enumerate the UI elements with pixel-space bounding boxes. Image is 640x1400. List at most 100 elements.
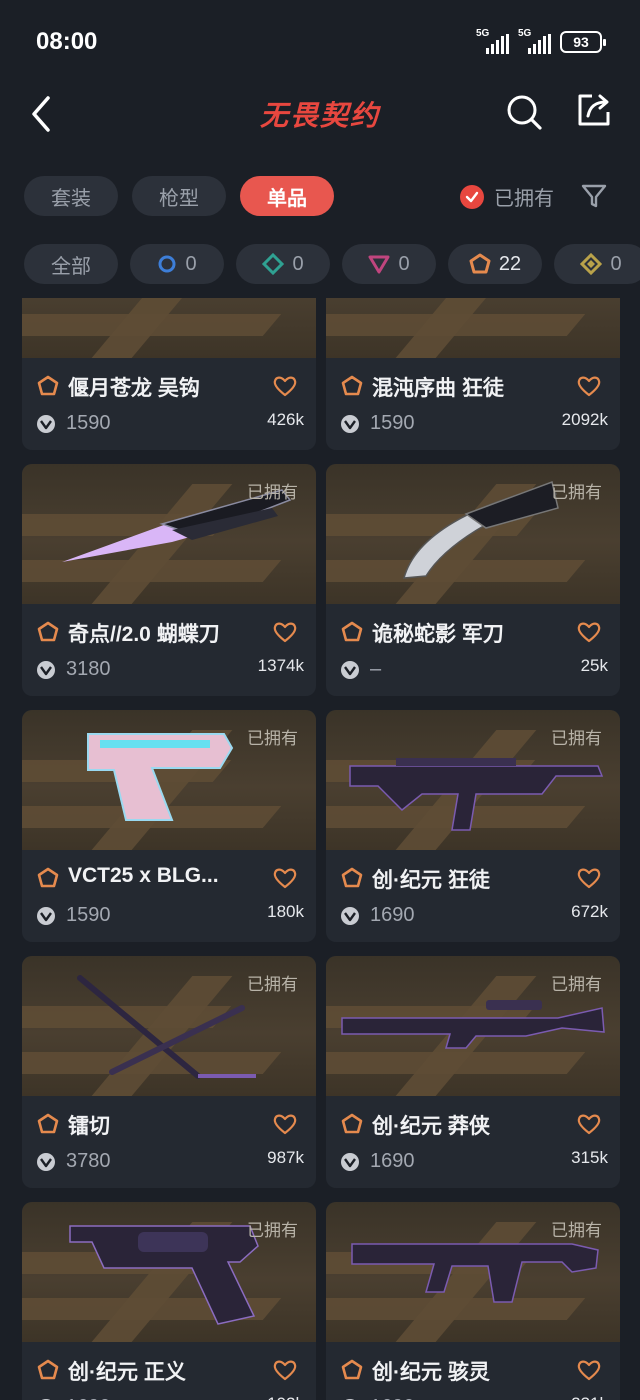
heart-icon[interactable]	[576, 866, 602, 890]
owned-filter-toggle[interactable]: 已拥有	[460, 182, 554, 211]
like-count: 987k	[267, 1148, 304, 1167]
filter-button[interactable]	[580, 182, 608, 210]
chip-premium-tier[interactable]: 0	[342, 244, 436, 284]
select-tier-icon	[158, 255, 176, 273]
item-price: 1690	[370, 1150, 415, 1172]
valorant-points-icon	[340, 906, 360, 926]
item-card[interactable]: 已拥有 诡秘蛇影 军刀 – 25k	[326, 464, 620, 696]
valorant-points-icon	[36, 1152, 56, 1172]
heart-icon[interactable]	[576, 1358, 602, 1382]
search-icon	[507, 95, 542, 130]
item-card[interactable]: 偃月苍龙 吴钩 1590 426k	[22, 298, 316, 450]
chip-exclusive-tier[interactable]: 22	[448, 244, 542, 284]
cellular-signal-icon: 5G	[476, 28, 510, 54]
exclusive-tier-icon	[36, 620, 60, 644]
exclusive-tier-icon	[340, 374, 364, 398]
app-title: 无畏契约	[259, 100, 380, 131]
category-tabs: 套装 枪型 单品	[24, 176, 334, 216]
like-count: 2092k	[561, 410, 608, 429]
exclusive-tier-icon	[340, 866, 364, 890]
valorant-points-icon	[340, 660, 360, 680]
item-name: VCT25 x BLG...	[68, 864, 219, 887]
exclusive-tier-icon	[340, 1358, 364, 1382]
premium-tier-icon	[368, 255, 390, 274]
item-card[interactable]: 已拥有镭切 3780 987k	[22, 956, 316, 1188]
item-card[interactable]: 已拥有 创·纪元 莽侠 1690 315k	[326, 956, 620, 1188]
share-icon	[578, 94, 610, 126]
heart-icon[interactable]	[272, 620, 298, 644]
chip-deluxe-tier[interactable]: 0	[236, 244, 330, 284]
item-price: 1690	[370, 904, 415, 926]
tab-set[interactable]: 套装	[24, 176, 118, 216]
top-bar: 无畏契约	[0, 84, 640, 144]
item-name: 创·纪元 骇灵	[372, 1361, 490, 1384]
heart-icon[interactable]	[272, 374, 298, 398]
deluxe-tier-icon	[262, 253, 285, 275]
filter-icon	[581, 184, 607, 208]
item-name: 混沌序曲 狂徒	[372, 377, 504, 400]
item-price: –	[370, 658, 382, 680]
owned-tag: 已拥有	[551, 729, 602, 748]
item-image: 已拥有	[22, 710, 316, 850]
share-button[interactable]	[574, 90, 614, 130]
tab-weapon-type[interactable]: 枪型	[132, 176, 226, 216]
like-count: 180k	[267, 902, 304, 921]
tab-single-item[interactable]: 单品	[240, 176, 334, 216]
item-card[interactable]: 已拥有创·纪元 骇灵 1690 231k	[326, 1202, 620, 1400]
exclusive-tier-icon	[36, 1358, 60, 1382]
item-name: 诡秘蛇影 军刀	[372, 623, 504, 646]
exclusive-tier-icon	[469, 253, 491, 274]
item-card[interactable]: 已拥有 VCT25 x BLG... 1590 180k	[22, 710, 316, 942]
chip-count: 0	[292, 252, 304, 275]
battery-icon: 93	[560, 31, 606, 53]
chip-all[interactable]: 全部	[24, 244, 118, 284]
chip-select-tier[interactable]: 0	[130, 244, 224, 284]
heart-icon[interactable]	[576, 374, 602, 398]
search-button[interactable]	[504, 92, 544, 132]
owned-tag: 已拥有	[551, 1221, 602, 1240]
chip-count: 0	[185, 252, 197, 275]
item-card[interactable]: 混沌序曲 狂徒 1590 2092k	[326, 298, 620, 450]
like-count: 315k	[571, 1148, 608, 1167]
heart-icon[interactable]	[272, 1358, 298, 1382]
chip-all-label: 全部	[51, 255, 91, 278]
item-price: 1590	[66, 412, 111, 434]
rarity-filter-chips: 全部 0 0 0 22 0	[24, 244, 640, 284]
item-name: 偃月苍龙 吴钩	[68, 377, 200, 400]
exclusive-tier-icon	[36, 374, 60, 398]
ultra-tier-icon	[580, 253, 603, 275]
weapon-image	[326, 298, 620, 358]
heart-icon[interactable]	[576, 1112, 602, 1136]
chip-count: 0	[398, 252, 410, 275]
heart-icon[interactable]	[272, 866, 298, 890]
valorant-points-icon	[36, 906, 56, 926]
chip-ultra-tier[interactable]: 0	[554, 244, 640, 284]
exclusive-tier-icon	[340, 620, 364, 644]
owned-filter-label: 已拥有	[494, 188, 554, 210]
item-price: 1590	[370, 412, 415, 434]
heart-icon[interactable]	[576, 620, 602, 644]
item-name: 镭切	[68, 1115, 110, 1138]
item-image: 已拥有	[326, 1202, 620, 1342]
item-card[interactable]: 已拥有 创·纪元 狂徒 1690 672k	[326, 710, 620, 942]
chip-count: 0	[610, 252, 622, 275]
heart-icon[interactable]	[272, 1112, 298, 1136]
item-price: 1690	[370, 1396, 415, 1400]
item-card[interactable]: 已拥有 奇点//2.0 蝴蝶刀 3180 1374k	[22, 464, 316, 696]
item-image: 已拥有	[22, 464, 316, 604]
like-count: 25k	[580, 656, 608, 675]
like-count: 231k	[571, 1394, 608, 1400]
valorant-points-icon	[36, 660, 56, 680]
owned-tag: 已拥有	[247, 975, 298, 994]
weapon-image	[22, 298, 316, 358]
status-time: 08:00	[36, 28, 98, 55]
item-card[interactable]: 已拥有创·纪元 正义 1690 192k	[22, 1202, 316, 1400]
item-image	[326, 298, 620, 358]
owned-tag: 已拥有	[247, 1221, 298, 1240]
status-icons: 5G 5G 93	[476, 28, 606, 54]
cellular-signal-icon: 5G	[518, 28, 552, 54]
like-count: 192k	[267, 1394, 304, 1400]
owned-tag: 已拥有	[247, 729, 298, 748]
like-count: 426k	[267, 410, 304, 429]
item-price: 3780	[66, 1150, 111, 1172]
